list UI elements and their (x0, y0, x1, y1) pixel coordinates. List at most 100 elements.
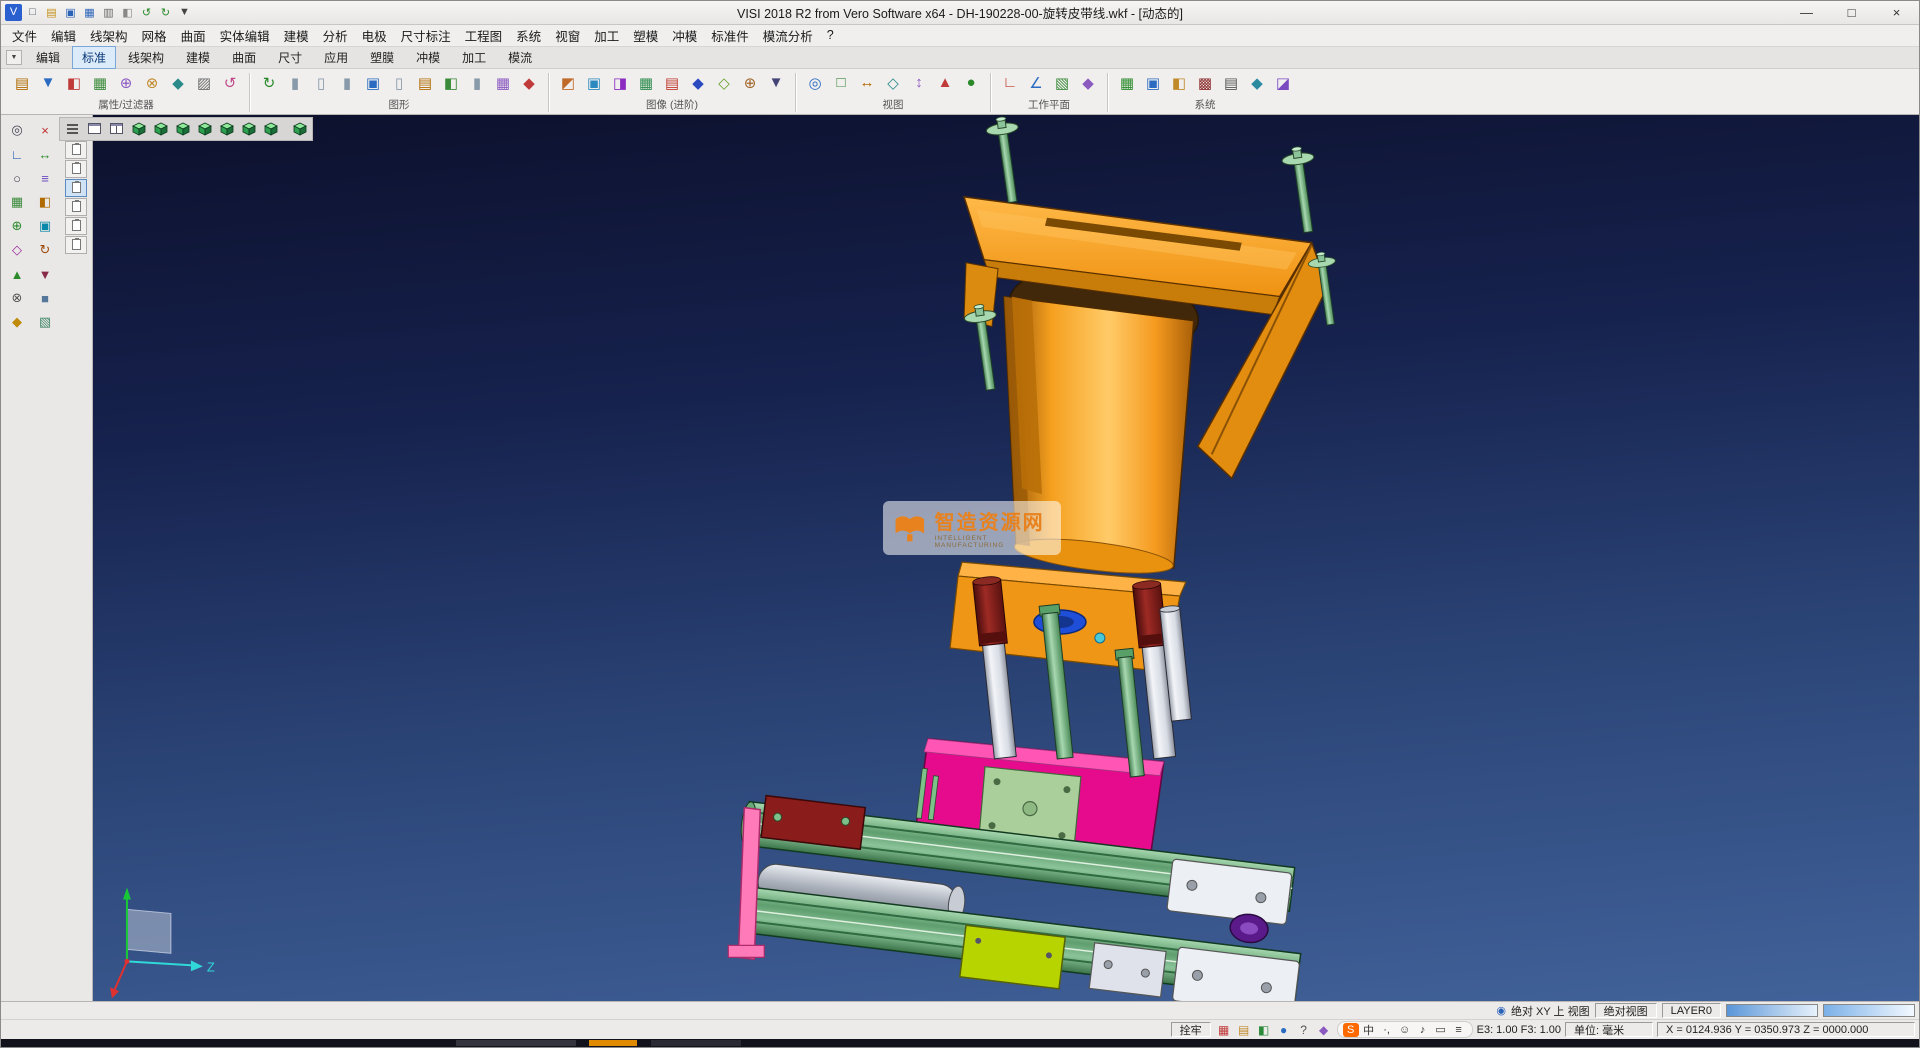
add-entity-icon[interactable]: ⊕ (4, 215, 30, 238)
clipboard-slot-1[interactable] (65, 141, 87, 159)
cylinder-display-icon-5[interactable]: ▮ (465, 71, 489, 95)
new-file-icon[interactable]: □ (24, 4, 41, 21)
shaded-view-icon[interactable]: ▣ (582, 71, 606, 95)
menu-item[interactable]: 模流分析 (756, 25, 820, 46)
viewport-3d-scene[interactable]: Z (93, 115, 1919, 1001)
ribbon-tab[interactable]: 尺寸 (268, 46, 312, 69)
ribbon-tab[interactable]: 应用 (314, 46, 358, 69)
open-file-icon[interactable]: ▤ (43, 4, 60, 21)
entity-list-icon[interactable]: ≡ (32, 167, 58, 190)
menu-item[interactable]: 线架构 (83, 25, 135, 46)
grid-toggle-icon[interactable]: ▦ (4, 191, 30, 214)
lock-toggle[interactable]: 拴牢 (1171, 1022, 1211, 1037)
shaded-iso-view-button[interactable] (289, 119, 310, 139)
single-view-button[interactable] (84, 119, 105, 139)
iso-view-1-button[interactable] (128, 119, 149, 139)
texture-icon[interactable]: ▤ (660, 71, 684, 95)
clipboard-slot-6[interactable] (65, 236, 87, 254)
wand-icon[interactable]: ◆ (517, 71, 541, 95)
layer-filter-icon[interactable]: ▦ (88, 71, 112, 95)
system-shade-icon[interactable]: ◧ (1167, 71, 1191, 95)
model-mid-block[interactable] (1089, 943, 1166, 997)
dynamic-view-icon[interactable]: ● (959, 71, 983, 95)
clipboard-slot-5[interactable] (65, 217, 87, 235)
menu-item[interactable]: 标准件 (704, 25, 756, 46)
print-icon[interactable]: ▥ (100, 4, 117, 21)
refresh-graphics-icon[interactable]: ↻ (257, 71, 281, 95)
blue-box-icon[interactable]: ▣ (361, 71, 385, 95)
menu-item[interactable]: 工程图 (458, 25, 510, 46)
boxes-icon[interactable]: ▦ (491, 71, 515, 95)
ime-lang-icon[interactable]: 中 (1361, 1023, 1377, 1037)
snapshot-icon[interactable]: ▣ (32, 215, 58, 238)
clipboard-slot-2[interactable] (65, 160, 87, 178)
delete-icon[interactable]: × (32, 119, 58, 142)
ribbon-tab[interactable]: 标准 (72, 46, 116, 69)
menu-item[interactable]: 电极 (355, 25, 394, 46)
hatch-icon[interactable]: ▧ (32, 311, 58, 334)
system-monitor-icon[interactable]: ▣ (1141, 71, 1165, 95)
transparency-icon[interactable]: ◇ (712, 71, 736, 95)
cylinder-display-icon-1[interactable]: ▮ (283, 71, 307, 95)
sogou-logo-icon[interactable]: S (1343, 1023, 1359, 1037)
menu-item[interactable]: 尺寸标注 (394, 25, 458, 46)
menu-item[interactable]: 网格 (135, 25, 174, 46)
wireframe-icon[interactable]: ◇ (4, 239, 30, 262)
print-preview-icon[interactable]: ◧ (119, 4, 136, 21)
save-icon[interactable]: ▣ (62, 4, 79, 21)
cylinder-display-icon-4[interactable]: ▯ (387, 71, 411, 95)
model-screw[interactable] (1280, 145, 1324, 234)
color-filter-icon[interactable]: ◧ (62, 71, 86, 95)
attribute-copy-icon[interactable]: ⊕ (114, 71, 138, 95)
system-grid-icon[interactable]: ▦ (1115, 71, 1139, 95)
tab-overflow-button[interactable]: ▼ (6, 50, 22, 65)
attribute-paste-icon[interactable]: ⊗ (140, 71, 164, 95)
menu-item[interactable]: 编辑 (44, 25, 83, 46)
menu-item[interactable]: 加工 (587, 25, 626, 46)
layer-selector[interactable]: LAYER0 (1662, 1003, 1721, 1018)
close-button[interactable]: × (1874, 1, 1919, 24)
cylinder-display-icon-3[interactable]: ▮ (335, 71, 359, 95)
iso-view-6-button[interactable] (238, 119, 259, 139)
render-mode-icon[interactable]: ◩ (556, 71, 580, 95)
redo-icon[interactable]: ↻ (157, 4, 174, 21)
material-icon[interactable]: ◆ (686, 71, 710, 95)
menu-item[interactable]: 实体编辑 (213, 25, 277, 46)
taskbar-item[interactable] (456, 1040, 576, 1046)
qat-dropdown-icon[interactable]: ▼ (176, 4, 193, 21)
image-options-icon[interactable]: ▼ (764, 71, 788, 95)
solid-icon[interactable]: ■ (32, 287, 58, 310)
taskbar-item[interactable] (651, 1040, 741, 1046)
workplane-icon[interactable]: ∟ (4, 143, 30, 166)
viewport-layout-button[interactable] (62, 119, 83, 139)
element-filter-icon[interactable]: ◆ (166, 71, 190, 95)
assistant-icon[interactable]: ● (1275, 1022, 1293, 1038)
regen-icon[interactable]: ↻ (32, 239, 58, 262)
pan-icon[interactable]: ↔ (855, 71, 879, 95)
ribbon-tab[interactable]: 建模 (176, 46, 220, 69)
iso-view-2-button[interactable] (150, 119, 171, 139)
previous-view-icon[interactable]: ▲ (933, 71, 957, 95)
light-icon[interactable]: ⊕ (738, 71, 762, 95)
system-pattern-icon[interactable]: ▩ (1193, 71, 1217, 95)
workplane-angle-icon[interactable]: ∠ (1024, 71, 1048, 95)
shade-cube-icon[interactable]: ◧ (439, 71, 463, 95)
workplane-grid-icon[interactable]: ▧ (1050, 71, 1074, 95)
ribbon-tab[interactable]: 模流 (498, 46, 542, 69)
system-gem-icon[interactable]: ◆ (1245, 71, 1269, 95)
message-icon[interactable]: ◆ (1315, 1022, 1333, 1038)
minimize-button[interactable]: — (1784, 1, 1829, 24)
trim-icon[interactable]: ⊗ (4, 287, 30, 310)
filter-icon[interactable]: ▼ (36, 71, 60, 95)
multi-view-button[interactable] (106, 119, 127, 139)
zoom-all-icon[interactable]: ◎ (803, 71, 827, 95)
iso-view-5-button[interactable] (216, 119, 237, 139)
help-icon[interactable]: ? (1295, 1022, 1313, 1038)
workplane-status-icon[interactable]: ◧ (1255, 1022, 1273, 1038)
ime-toolbox-icon[interactable]: ≡ (1451, 1023, 1467, 1037)
zoom-window-icon[interactable]: □ (829, 71, 853, 95)
ime-punct-icon[interactable]: ·, (1379, 1023, 1395, 1037)
menu-item[interactable]: 视窗 (548, 25, 587, 46)
clipboard-slot-4[interactable] (65, 198, 87, 216)
grid-shade-icon[interactable]: ▦ (634, 71, 658, 95)
